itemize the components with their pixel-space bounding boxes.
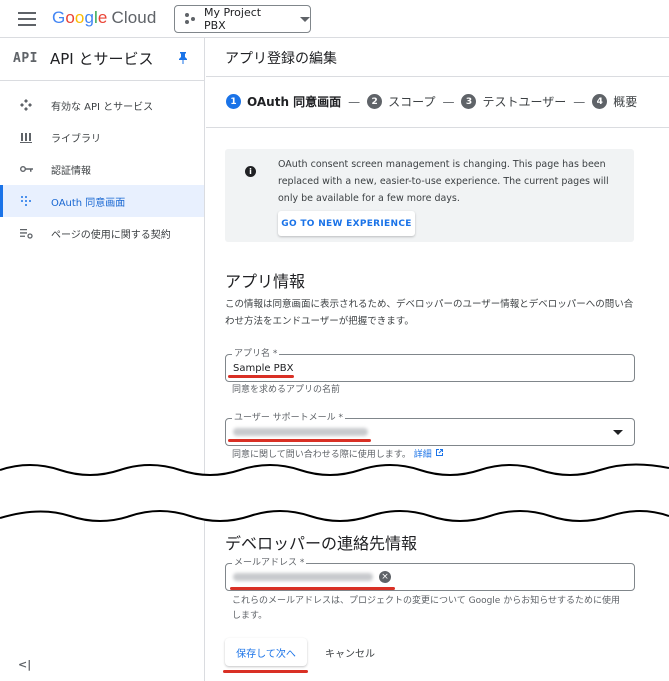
highlight-underline — [228, 439, 371, 442]
project-picker[interactable]: My Project PBX — [174, 5, 311, 33]
project-icon — [185, 13, 197, 25]
step-summary[interactable]: 4 概要 — [592, 93, 637, 110]
dropdown-arrow-icon — [613, 430, 623, 435]
settings-list-icon — [19, 226, 33, 240]
sidebar-item-label: ページの使用に関する契約 — [51, 229, 171, 241]
sidebar-item-credentials[interactable]: 認証情報 — [0, 153, 204, 185]
oauth-consent-icon — [19, 194, 33, 208]
pin-icon[interactable] — [179, 52, 187, 64]
sidebar-item-label: ライブラリ — [51, 133, 101, 145]
sidebar-item-page-usage[interactable]: ページの使用に関する契約 — [0, 217, 204, 249]
go-to-new-experience-button[interactable]: GO TO NEW EXPERIENCE — [278, 211, 415, 236]
info-icon: i — [245, 166, 256, 177]
sidebar-item-label: 有効な API とサービス — [51, 101, 154, 113]
step-oauth-consent[interactable]: 1 OAuth 同意画面 — [226, 93, 341, 110]
sidebar: API API とサービス 有効な API とサービス ライブラリ 認証情報 O… — [0, 38, 205, 681]
clear-icon[interactable]: × — [379, 571, 391, 583]
key-icon — [19, 162, 33, 176]
app-info-description: この情報は同意画面に表示されるため、デベロッパーのユーザー情報とデベロッパーへの… — [225, 299, 634, 327]
redacted-email-chip — [233, 573, 373, 581]
stepper: 1 OAuth 同意画面 — 2 スコープ — 3 テストユーザー — 4 概要 — [226, 93, 637, 110]
page-title: アプリ登録の編集 — [225, 51, 337, 67]
info-banner-message: OAuth consent screen management is chang… — [278, 159, 609, 204]
project-name: My Project PBX — [203, 6, 262, 32]
top-bar: Google Cloud My Project PBX — [0, 0, 669, 38]
save-and-continue-button[interactable]: 保存して次へ — [225, 638, 307, 666]
sidebar-item-label: OAuth 同意画面 — [51, 197, 126, 209]
app-info-heading: アプリ情報 — [225, 272, 306, 291]
highlight-underline — [228, 375, 294, 378]
sidebar-item-label: 認証情報 — [51, 165, 91, 177]
developer-email-label: メールアドレス * — [232, 557, 307, 569]
sidebar-header: API API とサービス — [0, 38, 204, 78]
sidebar-item-oauth-consent[interactable]: OAuth 同意画面 — [0, 185, 204, 217]
collapse-sidebar-button[interactable]: <| — [18, 658, 31, 671]
step-test-users[interactable]: 3 テストユーザー — [461, 93, 566, 110]
redacted-email — [233, 428, 368, 436]
sidebar-item-library[interactable]: ライブラリ — [0, 121, 204, 153]
app-name-hint: 同意を求めるアプリの名前 — [232, 385, 341, 395]
cancel-button[interactable]: キャンセル — [320, 638, 380, 666]
api-services-icon — [19, 98, 33, 112]
external-link-icon — [435, 449, 443, 456]
developer-email-hint: これらのメールアドレスは、プロジェクトの変更について Google からお知らせ… — [232, 596, 621, 621]
library-icon — [19, 130, 33, 144]
google-cloud-logo[interactable]: Google Cloud — [52, 8, 156, 28]
app-name-value: Sample PBX — [233, 363, 294, 374]
support-email-label: ユーザー サポートメール * — [232, 412, 346, 424]
sidebar-nav: 有効な API とサービス ライブラリ 認証情報 OAuth 同意画面 ページの… — [0, 81, 204, 249]
menu-icon[interactable] — [18, 12, 36, 26]
main-content: アプリ登録の編集 1 OAuth 同意画面 — 2 スコープ — 3 テストユー… — [206, 38, 669, 681]
torn-edge-cut — [0, 463, 669, 522]
highlight-underline — [230, 587, 395, 590]
step-scopes[interactable]: 2 スコープ — [367, 93, 435, 110]
chevron-down-icon — [300, 16, 310, 22]
highlight-underline — [223, 670, 308, 673]
api-logo: API — [13, 50, 38, 66]
info-banner: i OAuth consent screen management is cha… — [225, 149, 634, 242]
app-name-label: アプリ名 * — [232, 348, 280, 360]
sidebar-item-enabled-apis[interactable]: 有効な API とサービス — [0, 89, 204, 121]
sidebar-title: API とサービス — [49, 49, 154, 68]
developer-contact-heading: デベロッパーの連絡先情報 — [225, 534, 418, 553]
